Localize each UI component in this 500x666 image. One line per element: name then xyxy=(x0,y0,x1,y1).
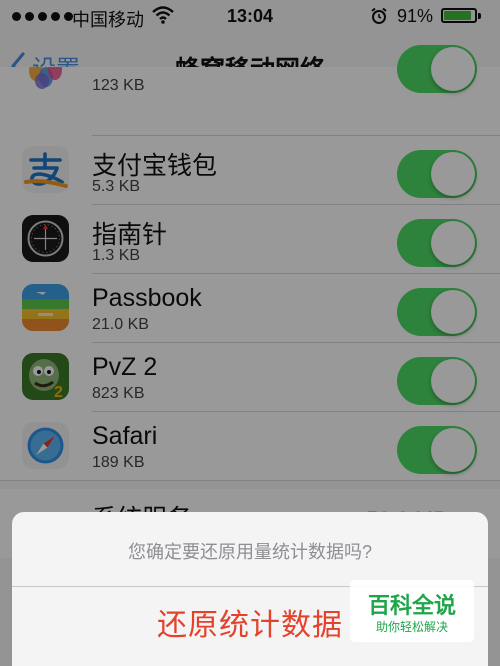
watermark-subtitle: 助你轻松解决 xyxy=(375,620,448,634)
watermark: 百科全说 助你轻松解决 xyxy=(350,580,474,642)
action-sheet-message: 您确定要还原用量统计数据吗? xyxy=(127,542,372,562)
cellular-settings-screen: 中国移动 13:04 91% 123 KB 支付宝钱包 5.3 KB 指南针 1… xyxy=(0,0,500,666)
watermark-title: 百科全说 xyxy=(367,593,456,618)
